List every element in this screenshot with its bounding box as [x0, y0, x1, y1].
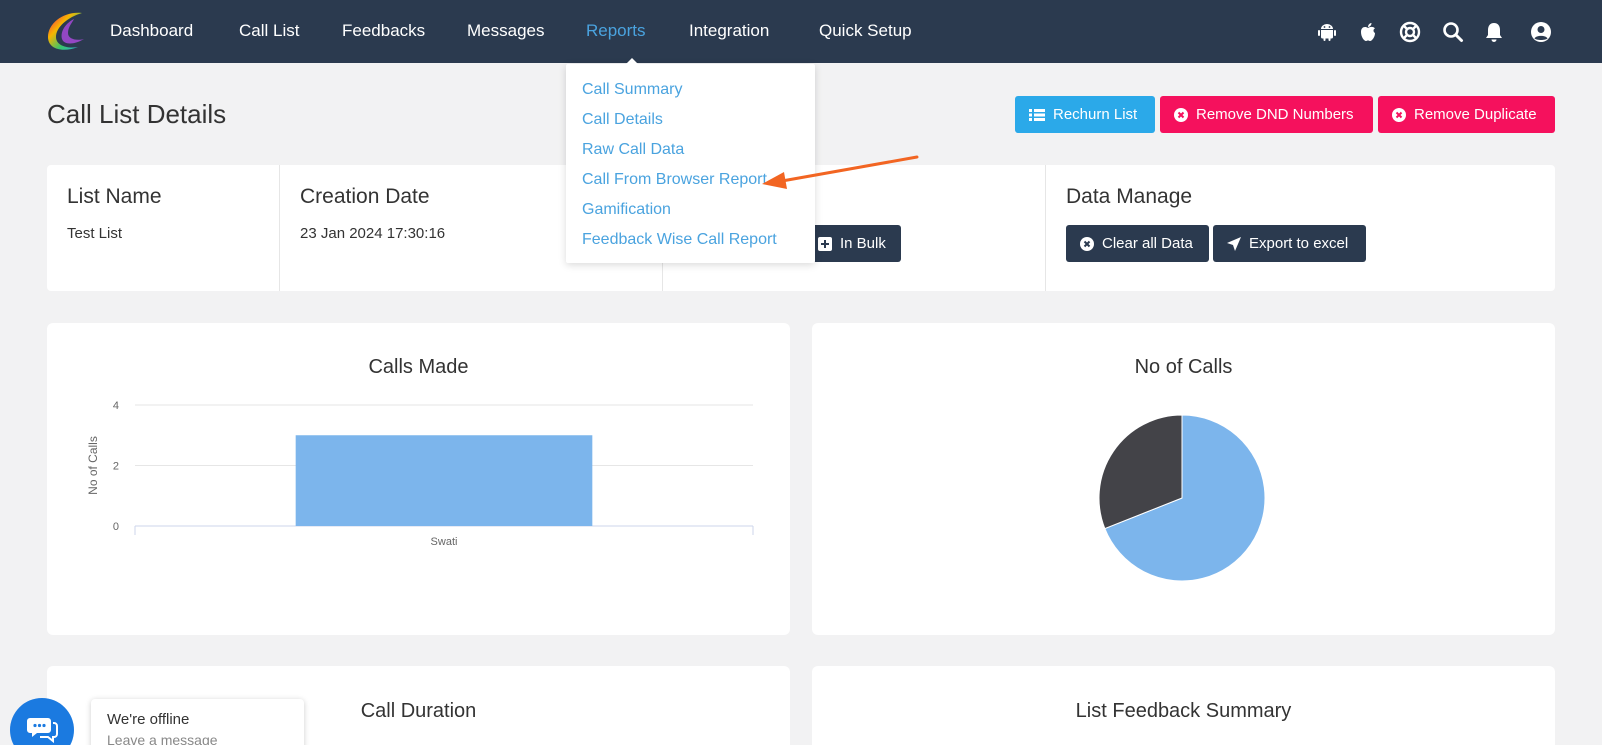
menu-call-from-browser-report[interactable]: Call From Browser Report — [582, 171, 767, 189]
feedback-summary-title: List Feedback Summary — [1075, 700, 1292, 722]
clear-all-data-label: Clear all Data — [1102, 235, 1193, 252]
nav-messages[interactable]: Messages — [467, 20, 544, 42]
remove-dnd-label: Remove DND Numbers — [1196, 106, 1354, 123]
menu-feedback-wise-call-report[interactable]: Feedback Wise Call Report — [582, 231, 777, 249]
nav-call-list[interactable]: Call List — [239, 20, 299, 42]
feedback-summary-card: List Feedback Summary — [812, 666, 1555, 745]
user-icon[interactable] — [1530, 21, 1552, 43]
no-of-calls-pie-chart — [1098, 414, 1266, 582]
remove-circle-icon — [1392, 107, 1406, 122]
nav-reports[interactable]: Reports — [586, 20, 646, 42]
data-manage-label: Data Manage — [1066, 185, 1193, 208]
chat-subtitle: Leave a message — [107, 732, 218, 745]
creation-date-label: Creation Date — [300, 185, 430, 208]
app-logo[interactable] — [44, 9, 90, 55]
list-name-column: List Name Test List — [47, 165, 280, 291]
bar — [295, 435, 593, 526]
search-icon[interactable] — [1442, 21, 1464, 43]
export-to-excel-button[interactable]: Export to excel — [1213, 225, 1366, 262]
clear-all-data-button[interactable]: Clear all Data — [1066, 225, 1209, 262]
data-manage-column: Data Manage Clear all Data Export to exc… — [1046, 165, 1555, 291]
bell-icon[interactable] — [1483, 21, 1505, 43]
annotation-arrow-icon — [762, 155, 919, 189]
x-tick-label: Swati — [431, 536, 458, 548]
creation-date-value: 23 Jan 2024 17:30:16 — [300, 225, 446, 242]
support-icon[interactable] — [1399, 21, 1421, 43]
menu-call-details[interactable]: Call Details — [582, 111, 663, 129]
in-bulk-button[interactable]: In Bulk — [804, 225, 901, 262]
remove-duplicate-button[interactable]: Remove Duplicate — [1378, 96, 1555, 133]
reports-menu-caret — [626, 58, 638, 64]
list-name-value: Test List — [67, 225, 123, 242]
y-axis-label: No of Calls — [86, 436, 100, 495]
no-of-calls-card: No of Calls — [812, 323, 1555, 635]
remove-circle-icon — [1174, 107, 1188, 122]
rechurn-list-label: Rechurn List — [1053, 106, 1138, 123]
chat-icon — [27, 718, 58, 744]
nav-dashboard[interactable]: Dashboard — [110, 20, 193, 42]
calls-made-card: Calls Made 0 2 4 Swati No of Calls — [47, 323, 790, 635]
y-tick-label: 4 — [113, 400, 119, 412]
y-tick-label: 0 — [113, 521, 119, 533]
apple-icon[interactable] — [1357, 21, 1379, 43]
android-icon[interactable] — [1316, 21, 1338, 43]
in-bulk-label: In Bulk — [840, 235, 886, 252]
plus-square-icon — [818, 236, 832, 251]
remove-dnd-button[interactable]: Remove DND Numbers — [1160, 96, 1373, 133]
nav-quick-setup[interactable]: Quick Setup — [819, 20, 912, 42]
menu-gamification[interactable]: Gamification — [582, 201, 671, 219]
nav-integration[interactable]: Integration — [689, 20, 769, 42]
chat-offline-popup[interactable]: We're offline Leave a message — [91, 699, 304, 745]
nav-feedbacks[interactable]: Feedbacks — [342, 20, 425, 42]
remove-duplicate-label: Remove Duplicate — [1414, 106, 1537, 123]
send-arrow-icon — [1227, 236, 1241, 251]
page-title: Call List Details — [47, 99, 227, 129]
menu-raw-call-data[interactable]: Raw Call Data — [582, 141, 684, 159]
export-to-excel-label: Export to excel — [1249, 235, 1349, 252]
remove-circle-icon — [1080, 236, 1094, 251]
menu-call-summary[interactable]: Call Summary — [582, 81, 682, 99]
list-icon — [1029, 108, 1045, 121]
y-tick-label: 2 — [113, 461, 119, 473]
rechurn-list-button[interactable]: Rechurn List — [1015, 96, 1155, 133]
calls-made-bar-chart: 0 2 4 Swati No of Calls — [86, 400, 754, 548]
top-navbar: Dashboard Call List Feedbacks Messages R… — [0, 0, 1602, 63]
chat-title: We're offline — [107, 711, 190, 728]
list-name-label: List Name — [67, 185, 162, 208]
